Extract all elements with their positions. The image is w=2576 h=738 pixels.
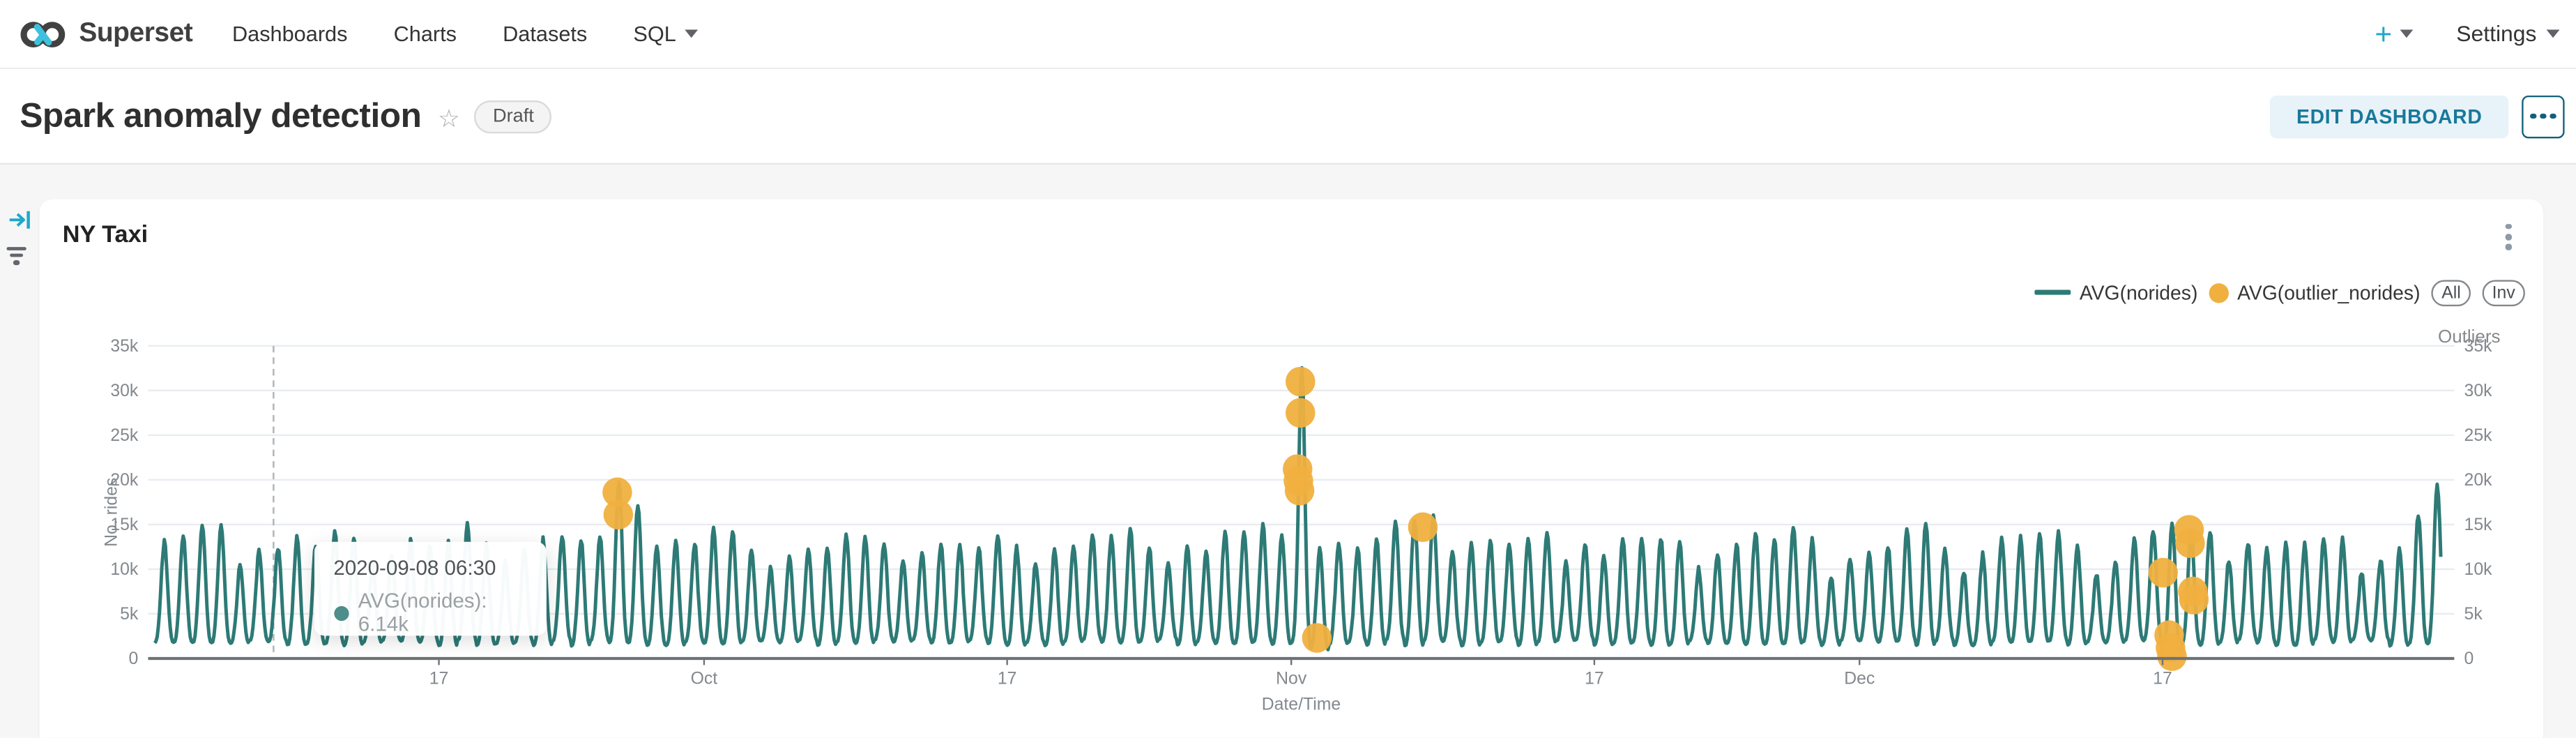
x-axis-tick-label: Oct	[691, 669, 718, 688]
nav-item-sql-label: SQL	[633, 22, 676, 46]
circle-swatch-icon	[2209, 283, 2229, 302]
top-nav: Superset Dashboards Charts Datasets SQL …	[0, 0, 2576, 69]
settings-menu[interactable]: Settings	[2456, 22, 2559, 46]
nav-item-dashboards[interactable]: Dashboards	[232, 22, 348, 46]
tooltip-date: 2020-09-08 06:30	[333, 557, 526, 580]
x-axis-title: Date/Time	[1262, 695, 1341, 714]
chart-tooltip: 2020-09-08 06:30 AVG(norides): 6.14k	[314, 543, 546, 637]
y-axis-label-right: 30k	[2464, 381, 2493, 400]
superset-logo[interactable]: Superset	[18, 15, 192, 52]
legend-caption: Outliers	[2438, 327, 2501, 347]
outlier-point[interactable]	[1286, 398, 1315, 427]
outlier-point[interactable]	[1302, 622, 1332, 652]
y-axis-title: No. rides	[102, 477, 121, 546]
legend-label: AVG(outlier_norides)	[2237, 281, 2420, 304]
arrow-to-bar-icon	[8, 209, 31, 230]
line-swatch-icon	[2035, 290, 2071, 294]
nav-item-charts[interactable]: Charts	[394, 22, 457, 46]
tooltip-row: AVG(norides): 6.14k	[333, 590, 526, 636]
outlier-point[interactable]	[2148, 557, 2177, 587]
y-axis-label-left: 25k	[110, 426, 139, 444]
dashboard-actions: EDIT DASHBOARD	[2270, 95, 2564, 137]
superset-app-window: Superset Dashboards Charts Datasets SQL …	[0, 0, 2576, 738]
outlier-point[interactable]	[604, 499, 633, 529]
superset-infinity-icon	[18, 15, 68, 52]
caret-down-icon	[2400, 29, 2414, 38]
x-axis-tick-label: Nov	[1276, 669, 1307, 688]
x-axis-tick-label: 17	[998, 669, 1017, 688]
y-axis-label-left: 5k	[120, 604, 139, 623]
favorite-star-icon[interactable]: ☆	[438, 103, 460, 133]
chart-options-button[interactable]	[2503, 220, 2515, 254]
legend-item-avg-outlier-norides[interactable]: AVG(outlier_norides)	[2209, 281, 2421, 304]
x-axis-tick-label: Dec	[1844, 669, 1875, 688]
settings-label: Settings	[2456, 22, 2536, 46]
x-axis-tick-label: 17	[429, 669, 449, 688]
outlier-point[interactable]	[2175, 528, 2204, 557]
y-axis-label-right: 5k	[2464, 604, 2483, 623]
outlier-point[interactable]	[2179, 584, 2209, 613]
status-badge: Draft	[475, 100, 552, 133]
nav-right: + Settings	[2375, 19, 2559, 48]
legend-label: AVG(norides)	[2080, 281, 2198, 304]
y-axis-label-left: 30k	[110, 381, 139, 400]
outlier-point[interactable]	[1408, 512, 1438, 541]
filter-icon[interactable]	[6, 246, 26, 266]
nav-item-datasets[interactable]: Datasets	[503, 22, 587, 46]
y-axis-label-left: 0	[129, 649, 139, 668]
dashboard-more-button[interactable]	[2522, 95, 2564, 137]
primary-nav: Dashboards Charts Datasets SQL	[232, 22, 698, 46]
x-axis-tick-label: 17	[2153, 669, 2172, 688]
dashboard-body: 17Oct17Nov17Dec17005k5k10k10k15k15k20k20…	[0, 165, 2576, 738]
ellipsis-icon	[2531, 113, 2536, 119]
nav-item-sql[interactable]: SQL	[633, 22, 697, 46]
brand-name: Superset	[79, 18, 192, 50]
expand-filter-panel-button[interactable]	[8, 209, 31, 238]
y-axis-label-left: 10k	[110, 559, 139, 578]
x-axis-tick-label: 17	[1585, 669, 1604, 688]
y-axis-label-right: 25k	[2464, 426, 2493, 444]
legend-item-avg-norides[interactable]: AVG(norides)	[2035, 281, 2197, 304]
y-axis-label-right: 10k	[2464, 559, 2493, 578]
new-item-button[interactable]: +	[2375, 19, 2414, 48]
page-title: Spark anomaly detection	[20, 96, 421, 136]
outlier-point[interactable]	[1285, 475, 1314, 504]
chart-card-ny-taxi: 17Oct17Nov17Dec17005k5k10k10k15k15k20k20…	[40, 199, 2543, 738]
dashboard-header: Spark anomaly detection ☆ Draft EDIT DAS…	[0, 69, 2576, 165]
tooltip-value: AVG(norides): 6.14k	[358, 590, 526, 636]
edit-dashboard-button[interactable]: EDIT DASHBOARD	[2270, 95, 2508, 137]
plus-icon: +	[2375, 19, 2392, 48]
y-axis-label-right: 15k	[2464, 515, 2493, 534]
kebab-icon	[2506, 223, 2512, 229]
chart-title: NY Taxi	[63, 222, 148, 248]
caret-down-icon	[2547, 29, 2560, 38]
y-axis-label-right: 0	[2464, 649, 2474, 668]
chart-legend: AVG(norides) AVG(outlier_norides) All In…	[2035, 280, 2525, 306]
y-axis-label-right: 20k	[2464, 470, 2493, 489]
y-axis-label-left: 35k	[110, 336, 139, 355]
caret-down-icon	[685, 29, 698, 38]
outlier-point[interactable]	[2157, 641, 2186, 670]
series-marker-icon	[333, 606, 348, 621]
legend-inv-button[interactable]: Inv	[2483, 280, 2525, 306]
outlier-point[interactable]	[1286, 366, 1315, 396]
legend-all-button[interactable]: All	[2432, 280, 2471, 306]
